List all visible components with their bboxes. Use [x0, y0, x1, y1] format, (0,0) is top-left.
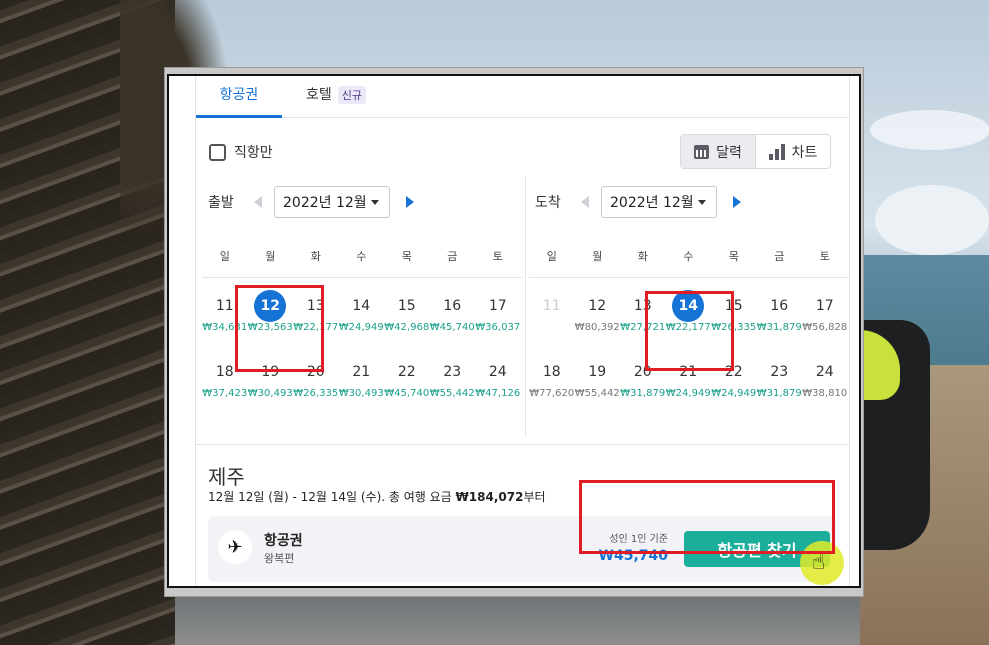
arrive-month-select[interactable]: 2022년 12월 [601, 186, 717, 218]
background-cloud [870, 110, 989, 150]
direct-only-checkbox[interactable] [209, 143, 226, 161]
calendar-day[interactable]: 23 ₩55,442 [430, 356, 476, 422]
calendar-day[interactable]: 22 ₩45,740 [384, 356, 430, 422]
trip-dates: 12월 12일 (월) - 12월 14일 (수). 총 여행 요금 [208, 490, 456, 504]
card-title: 항공권 [264, 533, 303, 549]
depart-month-value: 2022년 12월 [283, 195, 367, 211]
weekday-header: 일월화수목금토 [202, 248, 522, 278]
tab-flights[interactable]: 항공권 [196, 84, 282, 118]
bar-chart-icon [768, 143, 785, 160]
weekday-label: 월 [265, 250, 276, 263]
weekday-label: 토 [819, 250, 830, 263]
weekday-label: 토 [492, 250, 503, 263]
browser-window: 항공권 호텔 신규 직항만 달력 차트 출발 2022년 12월 일 월 화 수… [164, 67, 864, 597]
calendar-day[interactable]: 12 ₩80,392 [575, 290, 621, 356]
trip-suffix: 부터 [523, 490, 546, 504]
destination-title: 제주 [208, 465, 245, 489]
day-price: ₩47,126 [475, 388, 521, 399]
weekday-label: 수 [683, 250, 694, 263]
day-number: 24 [488, 364, 507, 380]
calendar-view-button[interactable]: 달력 [681, 135, 755, 168]
calendar-day[interactable]: 16 ₩45,740 [430, 290, 476, 356]
calendar-day[interactable]: 14 ₩24,949 [339, 290, 385, 356]
day-number: 11 [542, 298, 561, 314]
summary-divider [196, 444, 849, 445]
trip-summary: 12월 12일 (월) - 12월 14일 (수). 총 여행 요금 ₩184,… [208, 488, 546, 505]
tab-bar: 항공권 호텔 신규 [196, 76, 849, 118]
day-price: ₩38,810 [802, 388, 848, 399]
flight-search-panel: 항공권 호텔 신규 직항만 달력 차트 출발 2022년 12월 일 월 화 수… [195, 76, 850, 586]
depart-label: 출발 [208, 195, 234, 211]
highlight-box-price-button [579, 480, 835, 554]
calendar-day[interactable]: 19 ₩55,442 [575, 356, 621, 422]
day-number: 17 [815, 298, 834, 314]
arrive-month-value: 2022년 12월 [610, 195, 694, 211]
calendar-icon [694, 144, 710, 159]
day-number: 12 [588, 298, 607, 314]
calendar-day[interactable]: 23 ₩31,879 [757, 356, 803, 422]
calendar-day[interactable]: 16 ₩31,879 [757, 290, 803, 356]
day-number: 16 [770, 298, 789, 314]
tab-hotels-label: 호텔 [306, 87, 332, 103]
chevron-down-icon [698, 199, 706, 205]
weekday-label: 월 [592, 250, 603, 263]
chevron-down-icon [371, 199, 379, 205]
day-number: 22 [397, 364, 416, 380]
prev-month-icon[interactable] [581, 196, 589, 208]
direct-only-filter[interactable]: 직항만 [209, 142, 273, 162]
trip-total: ₩184,072 [455, 490, 524, 504]
day-number: 23 [770, 364, 789, 380]
chart-view-button[interactable]: 차트 [755, 135, 830, 168]
weekday-label: 목 [728, 250, 739, 263]
next-month-icon[interactable] [733, 196, 741, 208]
direct-only-label: 직항만 [234, 145, 273, 161]
day-price: ₩56,828 [802, 322, 848, 333]
calendar-day: 11 [529, 290, 575, 356]
window-content: 항공권 호텔 신규 직항만 달력 차트 출발 2022년 12월 일 월 화 수… [167, 74, 861, 588]
calendar-view-label: 달력 [716, 144, 742, 161]
weekday-header: 일월화수목금토 [529, 248, 849, 278]
highlight-box-depart-date [235, 285, 324, 372]
arrive-calendar-header: 도착 2022년 12월 [529, 184, 849, 220]
calendar-day[interactable]: 15 ₩42,968 [384, 290, 430, 356]
calendar-day[interactable]: 24 ₩47,126 [475, 356, 521, 422]
background-road [120, 590, 860, 645]
weekday-label: 목 [401, 250, 412, 263]
chart-view-label: 차트 [791, 144, 818, 161]
arrive-label: 도착 [535, 195, 561, 211]
highlight-box-arrive-date [645, 291, 734, 371]
view-toggle: 달력 차트 [680, 134, 831, 169]
weekday-label: 화 [637, 250, 648, 263]
day-number: 19 [588, 364, 607, 380]
new-badge: 신규 [337, 86, 367, 104]
weekday-label: 수 [356, 250, 367, 263]
day-number: 17 [488, 298, 507, 314]
airplane-icon: ✈ [218, 530, 252, 564]
weekday-label: 금 [774, 250, 785, 263]
day-number: 23 [443, 364, 462, 380]
background-cloud [875, 185, 989, 255]
day-number: 14 [352, 298, 371, 314]
day-price: ₩36,037 [475, 322, 521, 333]
calendar-day[interactable]: 21 ₩30,493 [339, 356, 385, 422]
next-month-icon[interactable] [406, 196, 414, 208]
tab-hotels[interactable]: 호텔 신규 [306, 84, 367, 118]
card-subtitle: 왕복편 [264, 552, 295, 565]
day-number: 21 [352, 364, 371, 380]
day-number: 15 [397, 298, 416, 314]
day-number: 24 [815, 364, 834, 380]
day-number: 18 [542, 364, 561, 380]
prev-month-icon[interactable] [254, 196, 262, 208]
calendar-day[interactable]: 18 ₩77,620 [529, 356, 575, 422]
weekday-label: 일 [546, 250, 557, 263]
weekday-label: 일 [219, 250, 230, 263]
calendar-day[interactable]: 17 ₩56,828 [802, 290, 848, 356]
weekday-label: 금 [447, 250, 458, 263]
depart-month-select[interactable]: 2022년 12월 [274, 186, 390, 218]
calendar-day[interactable]: 17 ₩36,037 [475, 290, 521, 356]
weekday-label: 화 [310, 250, 321, 263]
day-number: 16 [443, 298, 462, 314]
depart-calendar-header: 출발 2022년 12월 [202, 184, 522, 220]
calendar-day[interactable]: 24 ₩38,810 [802, 356, 848, 422]
